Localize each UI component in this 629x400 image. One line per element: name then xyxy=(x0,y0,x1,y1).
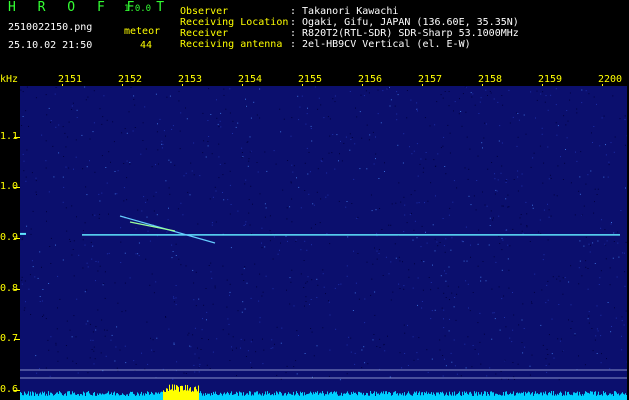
app-version: 1.0.0 xyxy=(124,4,152,14)
signal-strength-bars xyxy=(20,384,627,400)
noise-layer xyxy=(20,86,627,381)
spectrogram xyxy=(20,86,627,400)
antenna-value: : 2el-HB9CV Vertical (el. E-W) xyxy=(290,39,471,50)
antenna-label: Receiving antenna xyxy=(180,39,283,50)
y-axis-unit: kHz xyxy=(0,74,19,85)
spectrogram-svg xyxy=(20,86,627,400)
file-name: 2510022150.png xyxy=(8,22,93,33)
header-panel: H R O F F T 1.0.0 2510022150.png meteor … xyxy=(0,0,629,72)
datetime: 25.10.02 21:50 xyxy=(8,40,93,51)
meteor-label: meteor xyxy=(124,26,161,37)
meteor-echo xyxy=(129,221,176,232)
meteor-count: 44 xyxy=(140,40,153,51)
